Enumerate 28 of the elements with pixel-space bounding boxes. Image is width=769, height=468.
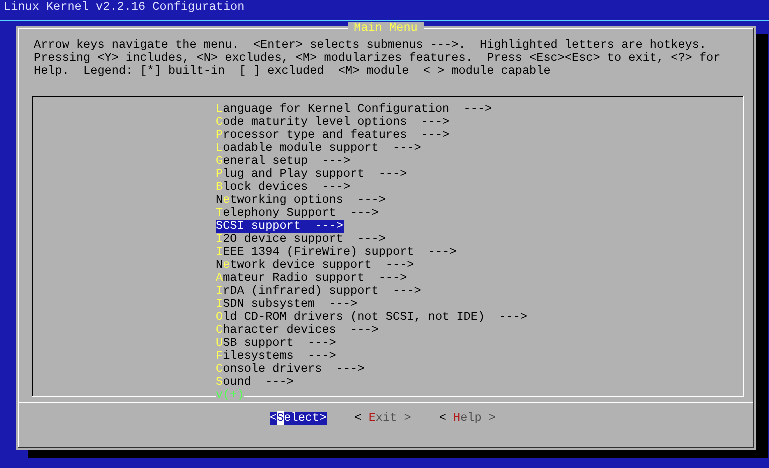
menu-item[interactable]: IEEE 1394 (FireWire) support --->: [216, 246, 458, 259]
menu-item[interactable]: Console drivers --->: [216, 363, 366, 376]
menu-item[interactable]: Old CD-ROM drivers (not SCSI, not IDE) --->: [216, 311, 529, 324]
scroll-indicator: v(+): [216, 389, 244, 402]
menu-item[interactable]: General setup --->: [216, 155, 352, 168]
menu-item[interactable]: Amateur Radio support --->: [216, 272, 408, 285]
menu-item[interactable]: Plug and Play support --->: [216, 168, 408, 181]
help-text: Arrow keys navigate the menu. <Enter> selects submenus --->. Highlighted letters are hotkeys. Pressing <Y> includes, <N> excludes, <M> modularizes features. Press <Esc><Esc> to exit, <?> for Help. Legend: [*] built-in [ ] excluded <M> module < > module capable: [34, 39, 721, 78]
menu-item[interactable]: ISDN subsystem --->: [216, 298, 359, 311]
menu-item[interactable]: Loadable module support --->: [216, 142, 422, 155]
menu-item[interactable]: Telephony Support --->: [216, 207, 380, 220]
menu-item[interactable]: Block devices --->: [216, 181, 352, 194]
menu-item[interactable]: Language for Kernel Configuration --->: [216, 103, 494, 116]
menu-item[interactable]: Processor type and features --->: [216, 129, 451, 142]
window-title: Linux Kernel v2.2.16 Configuration: [3, 0, 245, 15]
dialog-button[interactable]: <Select>: [270, 412, 327, 425]
menu-item[interactable]: I rDA (infrared) support --->: [216, 285, 422, 298]
menu-item[interactable]: Character devices --->: [216, 324, 380, 337]
dialog-button[interactable]: < Help >: [439, 412, 496, 425]
menu-item[interactable]: Code maturity level options --->: [216, 116, 451, 129]
menu-item[interactable]: I2O device support --->: [216, 233, 387, 246]
menu-item[interactable]: SCSI support --->: [216, 220, 344, 233]
menu-item[interactable]: Filesystems --->: [216, 350, 338, 363]
menu-item[interactable]: Network device support --->: [216, 259, 416, 272]
menu-item[interactable]: Networking options --->: [216, 194, 387, 207]
menu-item[interactable]: Sound --->: [216, 376, 295, 389]
dialog-button[interactable]: < Exit >: [354, 412, 412, 425]
menu-item[interactable]: USB support --->: [216, 337, 338, 350]
